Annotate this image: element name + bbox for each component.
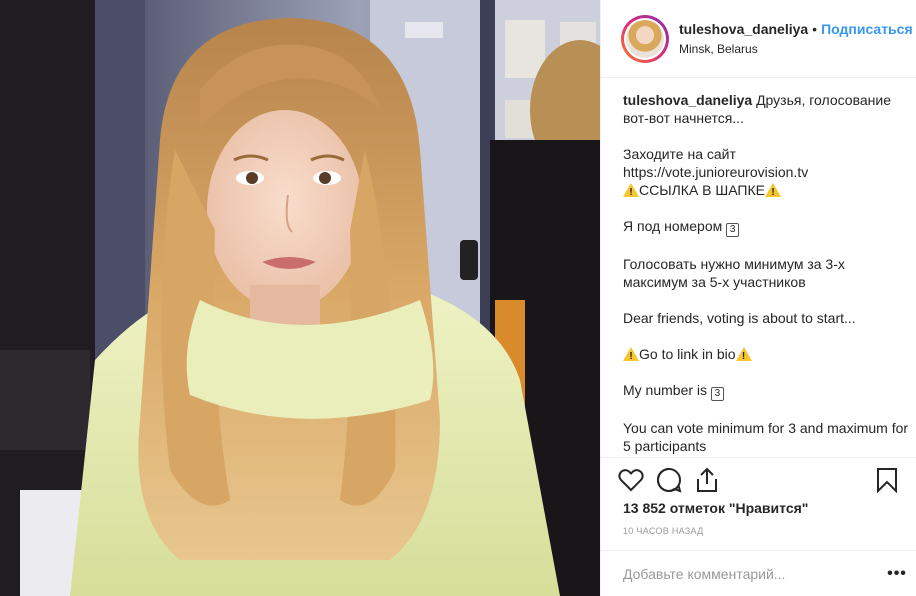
comment-input[interactable] bbox=[623, 565, 853, 582]
comment-icon[interactable] bbox=[655, 466, 683, 494]
warning-icon bbox=[623, 182, 639, 202]
caption-gap bbox=[623, 401, 913, 419]
share-icon[interactable] bbox=[693, 466, 721, 494]
post-timestamp[interactable]: 10 часов назад bbox=[623, 526, 704, 536]
instagram-post: tuleshova_daneliya • Подписаться Minsk, Be… bbox=[0, 0, 916, 596]
caption-line-9: My number is 3 bbox=[623, 381, 913, 401]
avatar-frame bbox=[624, 17, 666, 60]
caption-line-4: ССЫЛКА В ШАПКЕ bbox=[623, 181, 913, 202]
warning-icon bbox=[764, 182, 781, 202]
more-icon[interactable]: ••• bbox=[887, 564, 907, 584]
location-link[interactable]: Minsk, Belarus bbox=[679, 40, 913, 58]
caption-text-8: Go to link in bio bbox=[639, 346, 736, 362]
portrait-illustration bbox=[0, 0, 600, 596]
caption-text-10: You can vote minimum for 3 and maximum f… bbox=[623, 420, 909, 454]
header-line: tuleshova_daneliya • Подписаться bbox=[679, 20, 913, 38]
caption-text-6: Голосовать нужно минимум за 3-х максимум… bbox=[623, 256, 845, 290]
comment-bar: ••• bbox=[601, 550, 916, 596]
caption-gap bbox=[623, 327, 913, 345]
post-caption: tuleshova_daneliya Друзья, голосование в… bbox=[623, 91, 913, 455]
avatar-image bbox=[626, 19, 664, 58]
caption-text-2: Заходите на сайт bbox=[623, 146, 736, 162]
separator-dot: • bbox=[812, 20, 818, 37]
warning-icon bbox=[735, 346, 752, 366]
heart-icon-svg bbox=[618, 469, 644, 492]
username-link[interactable]: tuleshova_daneliya bbox=[679, 21, 808, 37]
caption-text-4: ССЫЛКА В ШАПКЕ bbox=[639, 182, 765, 198]
share-icon-svg bbox=[697, 467, 717, 492]
follow-button[interactable]: Подписаться bbox=[821, 21, 913, 37]
caption-line-8: Go to link in bio bbox=[623, 345, 913, 366]
likes-count[interactable]: 13 852 отметок "Нравится" bbox=[623, 500, 808, 516]
caption-gap bbox=[623, 363, 913, 381]
number-box: 3 bbox=[726, 223, 740, 237]
caption-text-7: Dear friends, voting is about to start..… bbox=[623, 310, 856, 326]
caption-text-5: Я под номером bbox=[623, 218, 723, 234]
caption-first-line: tuleshova_daneliya Друзья, голосование в… bbox=[623, 91, 913, 127]
post-photo[interactable] bbox=[0, 0, 600, 596]
post-header: tuleshova_daneliya • Подписаться Minsk, Be… bbox=[601, 0, 916, 78]
post-side-panel: tuleshova_daneliya • Подписаться Minsk, Be… bbox=[600, 0, 916, 596]
heart-icon[interactable] bbox=[617, 466, 645, 494]
warning-icon bbox=[623, 346, 639, 366]
caption-link[interactable]: https://vote.junioreurovision.tv bbox=[623, 163, 913, 181]
bookmark-icon-svg bbox=[877, 468, 897, 493]
header-text: tuleshova_daneliya • Подписаться Minsk, Be… bbox=[679, 20, 913, 58]
number-box: 3 bbox=[710, 387, 724, 401]
bookmark-icon[interactable] bbox=[873, 466, 901, 494]
action-bar bbox=[601, 457, 916, 505]
caption-line-5: Я под номером 3 bbox=[623, 217, 913, 237]
caption-gap bbox=[623, 291, 913, 309]
caption-gap bbox=[623, 237, 913, 255]
avatar[interactable] bbox=[621, 14, 669, 63]
comment-icon-svg bbox=[657, 467, 682, 493]
caption-username[interactable]: tuleshova_daneliya bbox=[623, 92, 752, 108]
caption-text-9: My number is bbox=[623, 382, 708, 398]
caption-gap bbox=[623, 127, 913, 145]
